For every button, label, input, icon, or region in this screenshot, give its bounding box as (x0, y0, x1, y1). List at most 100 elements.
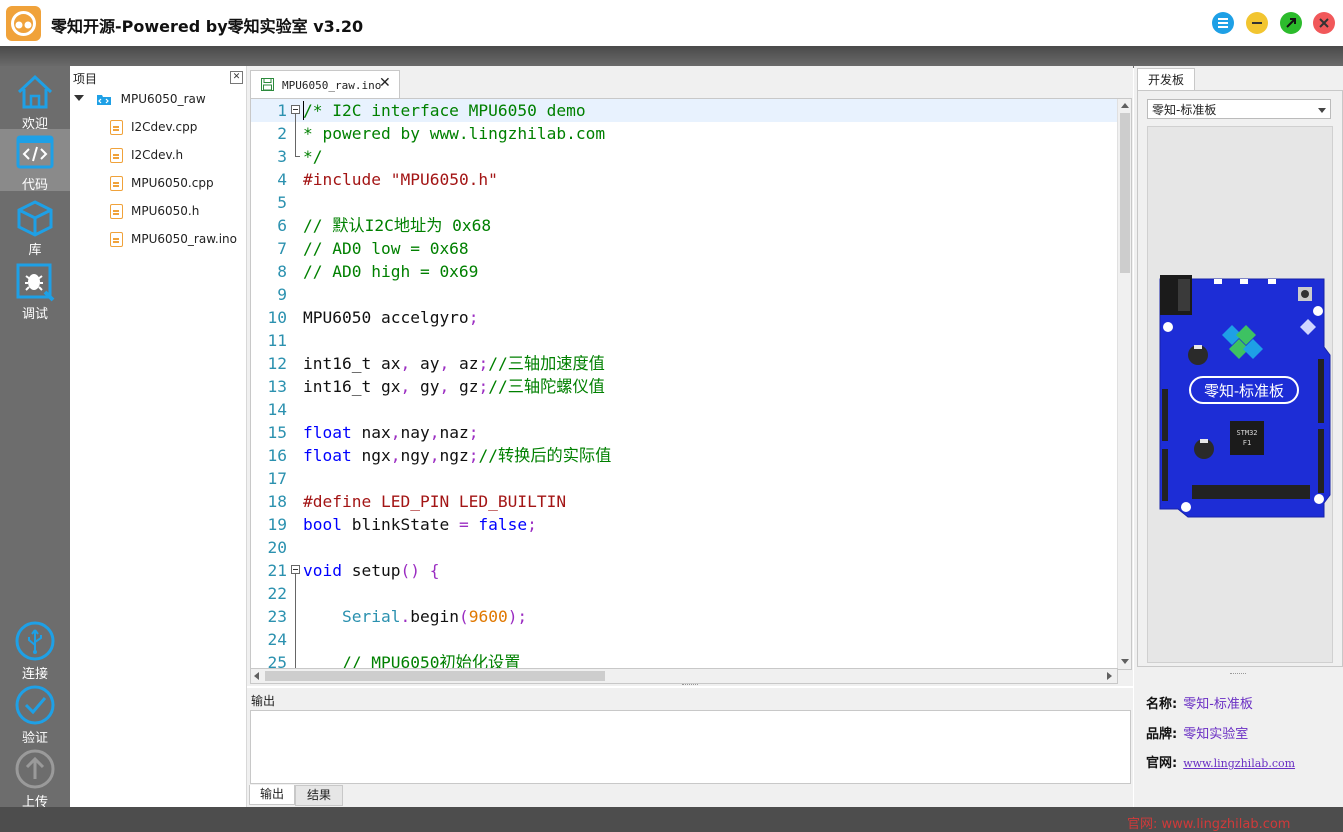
board-brand-label: 品牌: (1146, 727, 1178, 742)
code-token: = (458, 515, 469, 534)
code-line[interactable]: 14 (251, 398, 1117, 421)
line-number: 5 (277, 193, 287, 212)
project-panel-header: 项目 ✕ (70, 68, 246, 86)
board-site-row: 官网: www.lingzhilab.com (1146, 752, 1295, 771)
code-text: MPU6050 accelgyro; (303, 306, 478, 329)
file-item[interactable]: MPU6050.h (110, 204, 199, 222)
scroll-down-icon[interactable] (1121, 659, 1129, 664)
menu-button[interactable] (1212, 12, 1234, 34)
code-line[interactable]: 6 // 默认I2C地址为 0x68 (251, 214, 1117, 237)
fold-toggle-icon[interactable] (291, 565, 300, 574)
code-line[interactable]: 18 #define LED_PIN LED_BUILTIN (251, 490, 1117, 513)
code-token: ay (410, 354, 440, 373)
nav-welcome[interactable]: 欢迎 (0, 68, 70, 132)
code-line[interactable]: 21 void setup() { (251, 559, 1117, 582)
file-item[interactable]: I2Cdev.cpp (110, 120, 197, 138)
close-button[interactable] (1313, 12, 1335, 34)
save-disk-icon (261, 78, 274, 91)
file-item[interactable]: MPU6050_raw.ino (110, 232, 237, 250)
code-line[interactable]: 5 (251, 191, 1117, 214)
nav-code[interactable]: 代码 (0, 129, 70, 193)
code-line[interactable]: 9 (251, 283, 1117, 306)
maximize-icon (1286, 18, 1296, 28)
expand-arrow-icon[interactable] (74, 95, 84, 101)
code-text: // AD0 low = 0x68 (303, 237, 469, 260)
vertical-scrollbar[interactable] (1117, 99, 1131, 669)
line-number: 16 (267, 446, 288, 465)
editor-tab[interactable]: MPU6050_raw.ino ✕ (250, 70, 400, 98)
scrollbar-thumb[interactable] (265, 671, 605, 681)
nav-upload[interactable]: 上传 (0, 744, 70, 810)
line-number: 6 (277, 216, 287, 235)
code-line[interactable]: 13 int16_t gx, gy, gz;//三轴陀螺仪值 (251, 375, 1117, 398)
code-line[interactable]: 23 Serial.begin(9600); (251, 605, 1117, 628)
home-icon (17, 74, 53, 109)
file-item[interactable]: I2Cdev.h (110, 148, 183, 166)
line-number: 4 (277, 170, 287, 189)
code-line[interactable]: 16 float ngx,ngy,ngz;//转换后的实际值 (251, 444, 1117, 467)
code-line[interactable]: 4 #include "MPU6050.h" (251, 168, 1117, 191)
line-number: 3 (277, 147, 287, 166)
app-logo-icon (6, 6, 41, 41)
code-line[interactable]: 19 bool blinkState = false; (251, 513, 1117, 536)
code-line[interactable]: 22 (251, 582, 1117, 605)
board-select-value: 零知-标准板 (1152, 103, 1217, 117)
code-text: /* I2C interface MPU6050 demo (303, 99, 586, 122)
code-line[interactable]: 24 (251, 628, 1117, 651)
splitter-handle[interactable] (1230, 673, 1246, 677)
nav-library[interactable]: 库 (0, 194, 70, 258)
nav-verify[interactable]: 验证 (0, 680, 70, 746)
output-tab-output[interactable]: 输出 (249, 785, 295, 805)
code-line[interactable]: 12 int16_t ax, ay, az;//三轴加速度值 (251, 352, 1117, 375)
tab-close-icon[interactable]: ✕ (379, 75, 391, 91)
scroll-left-icon[interactable] (254, 672, 259, 680)
minimize-button[interactable] (1246, 12, 1268, 34)
output-console[interactable] (250, 710, 1131, 784)
code-line[interactable]: 11 (251, 329, 1117, 352)
status-bar: 官网: www.lingzhilab.com (0, 807, 1343, 832)
usb-icon (15, 621, 55, 661)
code-line[interactable]: 17 (251, 467, 1117, 490)
fold-toggle-icon[interactable] (291, 105, 300, 114)
code-token: begin (410, 607, 459, 626)
horizontal-scrollbar[interactable] (250, 668, 1118, 684)
code-line[interactable]: 2 * powered by www.lingzhilab.com (251, 122, 1117, 145)
code-text: bool blinkState = false; (303, 513, 537, 536)
text-caret (303, 101, 304, 120)
maximize-button[interactable] (1280, 12, 1302, 34)
status-site-link[interactable]: 官网: www.lingzhilab.com (1127, 813, 1290, 832)
code-line[interactable]: 3 */ (251, 145, 1117, 168)
board-tab[interactable]: 开发板 (1137, 68, 1195, 91)
file-icon (110, 148, 123, 163)
code-token: ; (468, 446, 479, 465)
board-site-link[interactable]: www.lingzhilab.com (1183, 757, 1295, 770)
output-tab-result[interactable]: 结果 (295, 785, 343, 806)
code-token: int16_t ax (303, 354, 401, 373)
code-line[interactable]: 8 // AD0 high = 0x69 (251, 260, 1117, 283)
code-editor[interactable]: 1 /* I2C interface MPU6050 demo 2 * powered… (250, 98, 1132, 670)
code-line[interactable]: 7 // AD0 low = 0x68 (251, 237, 1117, 260)
board-name-label: 名称: (1146, 697, 1178, 712)
code-line[interactable]: 20 (251, 536, 1117, 559)
nav-label: 调试 (21, 307, 48, 322)
project-panel-title: 项目 (73, 72, 98, 86)
nav-connect[interactable]: 连接 (0, 616, 70, 682)
line-number: 23 (267, 607, 288, 626)
scroll-right-icon[interactable] (1107, 672, 1112, 680)
line-number: 11 (267, 331, 288, 350)
project-root-node[interactable]: MPU6050_raw (74, 92, 206, 110)
scrollbar-thumb[interactable] (1120, 113, 1130, 273)
line-number: 17 (267, 469, 288, 488)
board-panel: 开发板 零知-标准板 零知-标准板 STM32 F1 名称: 零知-标准板 品牌… (1134, 66, 1343, 807)
nav-debug[interactable]: 调试 (0, 258, 70, 322)
board-select[interactable]: 零知-标准板 (1147, 99, 1331, 119)
code-token: //转换后的实际值 (478, 446, 612, 465)
file-item[interactable]: MPU6050.cpp (110, 176, 214, 194)
scroll-up-icon[interactable] (1121, 103, 1129, 108)
panel-close-icon[interactable]: ✕ (230, 71, 243, 84)
code-line[interactable]: 1 /* I2C interface MPU6050 demo (251, 99, 1117, 122)
code-text: void setup() { (303, 559, 439, 582)
code-line[interactable]: 10 MPU6050 accelgyro; (251, 306, 1117, 329)
code-line[interactable]: 15 float nax,nay,naz; (251, 421, 1117, 444)
